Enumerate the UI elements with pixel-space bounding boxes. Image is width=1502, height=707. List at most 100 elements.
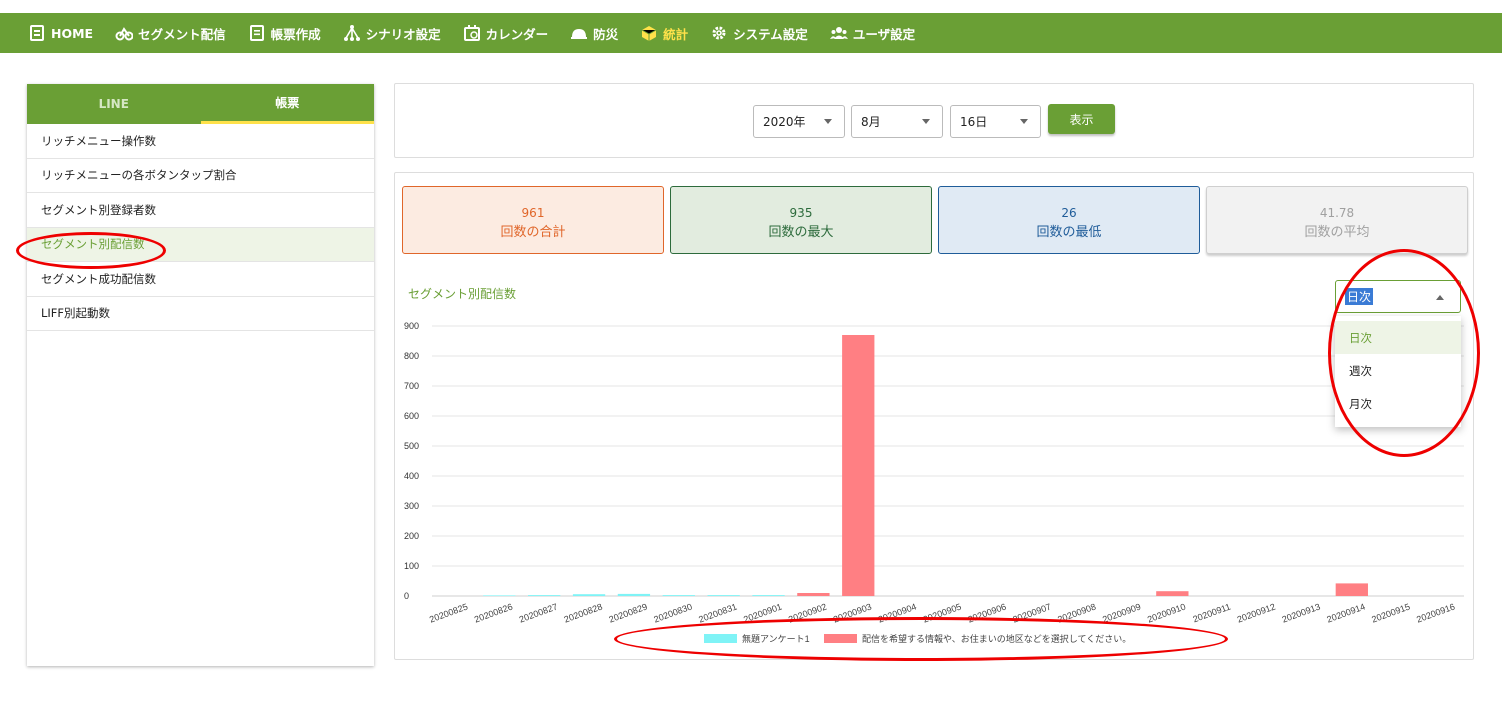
bar [752,595,785,596]
x-tick-label: 20200915 [1370,601,1411,624]
nav-label: シナリオ設定 [365,26,441,42]
nav-label: 防災 [593,26,619,42]
bar [528,595,561,596]
y-tick-label: 500 [404,441,419,451]
calendar-icon [463,25,480,41]
x-tick-label: 20200914 [1325,601,1366,624]
nav-item-4[interactable]: カレンダー [463,24,549,43]
sidebar-item-segment-success[interactable]: セグメント成功配信数 [27,262,374,297]
legend-label: 配信を希望する情報や、お住まいの地区などを選択してください。 [862,633,1131,644]
nav-label: ユーザ設定 [852,26,916,42]
sidebar-item-segment-deliveries[interactable]: セグメント別配信数 [27,227,374,262]
chevron-up-icon [1436,295,1444,300]
sidebar: LINE 帳票 リッチメニュー操作数 リッチメニューの各ボタンタップ割合 セグメ… [27,84,374,666]
x-tick-label: 20200910 [1146,601,1187,624]
x-tick-label: 20200830 [652,601,693,624]
bar [483,595,516,596]
nav-item-3[interactable]: シナリオ設定 [343,24,441,43]
nav-item-0[interactable]: HOME [28,24,93,42]
x-tick-label: 20200829 [608,601,649,624]
x-tick-label: 20200826 [473,601,514,624]
y-tick-label: 800 [404,351,419,361]
sidebar-tabs: LINE 帳票 [27,84,374,124]
bar [572,594,606,596]
x-tick-label: 20200904 [877,601,918,624]
bar [797,593,830,596]
sidebar-item-liff-launches[interactable]: LIFF別起動数 [27,297,374,331]
cube-icon [641,26,657,41]
nav-item-5[interactable]: 防災 [570,24,618,43]
x-tick-label: 20200912 [1236,601,1277,624]
sidebar-item-segment-registrants[interactable]: セグメント別登録者数 [27,193,374,228]
bar-chart: 010020030040050060070080090020200825 2020… [404,321,1464,644]
chevron-down-icon [922,119,930,124]
x-tick-label: 20200911 [1191,601,1231,624]
chevron-down-icon [1020,119,1028,124]
filter-card: 2020年 8月 16日 表示 [394,83,1474,158]
y-tick-label: 100 [404,561,419,571]
bar [662,595,695,596]
nav-label: HOME [51,25,94,41]
y-tick-label: 0 [404,591,409,601]
period-option-weekly[interactable]: 週次 [1335,354,1461,387]
legend-swatch [704,634,737,643]
bike-icon [115,27,134,41]
sidebar-item-rich-menu-ops[interactable]: リッチメニュー操作数 [27,124,374,159]
x-tick-label: 20200828 [563,601,604,624]
nav-label: カレンダー [485,26,549,42]
gear-icon [712,26,726,40]
bar [1156,591,1189,596]
bar [617,593,651,596]
stats-card: 961 回数の合計 935 回数の最大 26 回数の最低 41.78 回数の平均… [394,172,1474,660]
bar [707,595,740,596]
day-select[interactable]: 16日 [950,105,1041,138]
period-select[interactable]: 日次 [1335,280,1461,313]
sidebar-item-rich-menu-ratio[interactable]: リッチメニューの各ボタンタップ割合 [27,159,374,193]
nav-item-7[interactable]: システム設定 [710,24,808,43]
x-tick-label: 20200903 [832,601,873,624]
period-option-monthly[interactable]: 月次 [1335,387,1461,420]
y-tick-label: 900 [404,321,419,331]
y-tick-label: 600 [404,411,419,421]
month-value: 8月 [861,115,881,129]
y-tick-label: 200 [404,531,419,541]
x-tick-label: 20200901 [742,601,783,624]
nav-item-1[interactable]: セグメント配信 [115,24,226,43]
y-tick-label: 700 [404,381,419,391]
x-tick-label: 20200831 [697,601,738,624]
x-tick-label: 20200827 [518,601,559,624]
month-select[interactable]: 8月 [851,105,943,138]
year-value: 2020年 [763,115,806,129]
x-tick-label: 20200916 [1415,601,1456,624]
nav-item-8[interactable]: ユーザ設定 [829,24,916,43]
x-tick-label: 20200909 [1101,601,1142,624]
x-tick-label: 20200902 [787,601,828,624]
y-tick-label: 400 [404,471,419,481]
nav-item-2[interactable]: 帳票作成 [248,24,321,43]
nav-label: セグメント配信 [138,26,226,42]
x-tick-label: 20200907 [1011,601,1052,624]
period-option-daily[interactable]: 日次 [1335,321,1461,354]
x-tick-label: 20200908 [1056,601,1097,624]
bar [842,335,875,596]
tab-reports[interactable]: 帳票 [200,84,374,124]
tree-icon [343,25,360,41]
nav-label: システム設定 [733,26,808,42]
legend-label: 無題アンケート1 [742,633,810,644]
nav-item-6[interactable]: 統計 [640,24,688,43]
x-tick-label: 20200825 [428,601,469,624]
day-value: 16日 [960,115,988,129]
year-select[interactable]: 2020年 [753,105,845,138]
tab-line[interactable]: LINE [27,84,201,124]
top-navigation: HOME セグメント配信 帳票作成 シナリオ設定 カレンダー 防災 統計 システム設定 ユーザ設… [0,13,1502,53]
x-tick-label: 20200906 [967,601,1008,624]
legend-swatch [824,634,857,643]
bar [1335,583,1368,596]
chevron-down-icon [824,119,832,124]
period-value: 日次 [1345,288,1374,305]
show-button[interactable]: 表示 [1048,104,1115,134]
period-dropdown: 日次 週次 月次 [1335,316,1461,427]
document-icon [249,25,264,41]
helmet-icon [571,29,588,39]
clipboard-icon [30,25,44,41]
